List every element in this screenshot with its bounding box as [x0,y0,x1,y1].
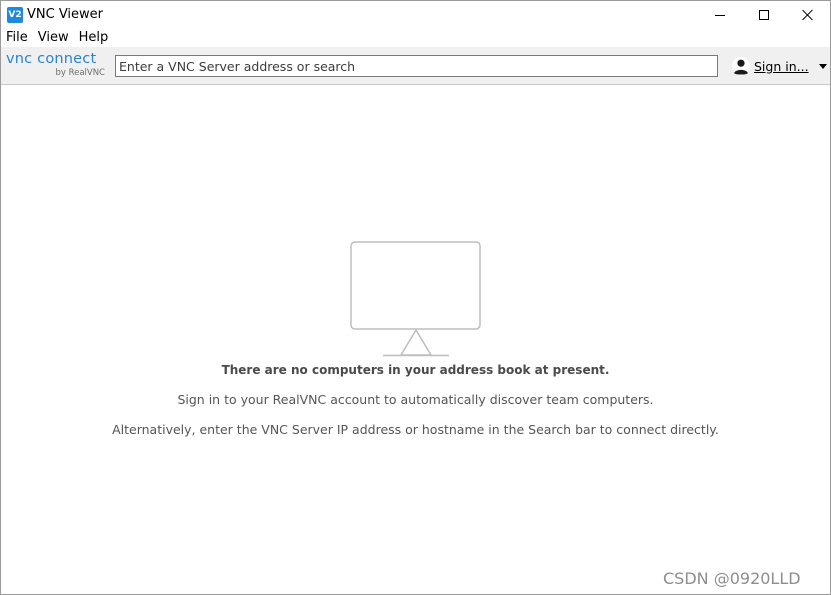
sign-in-button[interactable]: Sign in... [732,55,827,77]
user-icon [732,57,750,75]
menu-file[interactable]: File [1,29,33,47]
menu-view[interactable]: View [33,29,74,47]
close-button[interactable] [786,1,830,29]
empty-state-heading: There are no computers in your address b… [221,363,610,377]
sign-in-label: Sign in... [754,58,809,74]
toolbar: vnc connect by RealVNC Sign in... [1,47,830,85]
search-input[interactable] [115,55,718,77]
empty-state-signin-hint: Sign in to your RealVNC account to autom… [177,392,654,407]
watermark: CSDN @0920LLD [663,569,801,588]
empty-state-search-hint: Alternatively, enter the VNC Server IP a… [112,422,719,437]
minimize-button[interactable] [698,1,742,29]
menu-help[interactable]: Help [74,29,114,47]
brand-name: vnc connect [6,51,97,67]
monitor-icon [350,241,481,357]
vnc-app-icon: V2 [7,7,23,23]
minimize-icon [715,14,725,16]
title-bar: V2 VNC Viewer [1,1,830,29]
vnc-viewer-window: V2 VNC Viewer File View Help vnc connect… [0,0,831,595]
menu-bar: File View Help [1,29,113,47]
maximize-button[interactable] [742,1,786,29]
window-title: VNC Viewer [27,7,104,22]
brand-byline: by RealVNC [55,68,105,78]
maximize-icon [759,10,769,20]
chevron-down-icon[interactable] [818,63,827,69]
close-icon [802,9,814,21]
vnc-connect-logo: vnc connect by RealVNC [6,51,110,81]
